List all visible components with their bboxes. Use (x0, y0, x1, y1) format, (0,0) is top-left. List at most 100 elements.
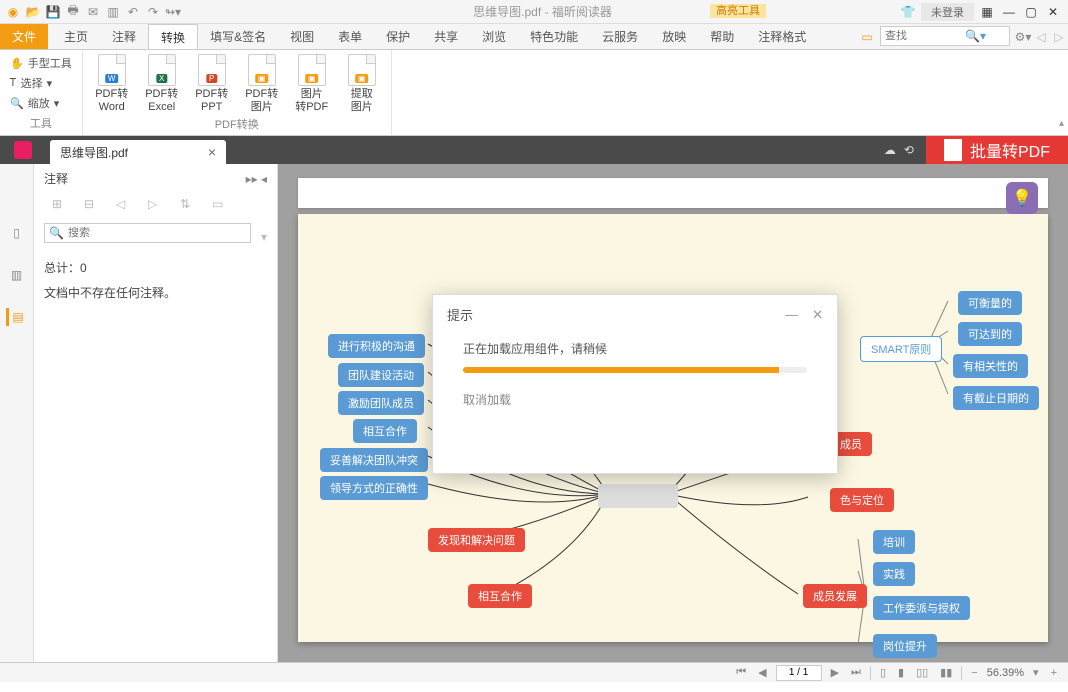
ribbon-convert-item[interactable]: XPDF转Excel (141, 54, 183, 114)
options-icon[interactable]: ▭ (212, 197, 228, 213)
document-tab[interactable]: 思维导图.pdf × (50, 140, 226, 164)
login-button[interactable]: 未登录 (921, 3, 974, 21)
dialog-cancel-button[interactable]: 取消加载 (463, 391, 807, 408)
zoom-in-icon[interactable]: + (1048, 667, 1060, 679)
status-bar: ⏮ ◀ ▶ ⏭ ▯ ▮ ▯▯ ▮▮ − 56.39% ▾ + (0, 662, 1068, 682)
tab-browse[interactable]: 浏览 (470, 24, 518, 49)
sync-icon[interactable]: ⟲ (904, 143, 914, 157)
mindmap-node: 成员发展 (803, 584, 867, 608)
prev-page-icon[interactable]: ◀ (755, 666, 769, 679)
panel-search[interactable]: 🔍 (44, 223, 251, 243)
open-icon[interactable]: 📂 (24, 3, 42, 21)
panel-empty-message: 文档中不存在任何注释。 (44, 284, 267, 301)
tab-form[interactable]: 表单 (326, 24, 374, 49)
sort-icon[interactable]: ⇅ (180, 197, 196, 213)
tab-fillsign[interactable]: 填写&签名 (198, 24, 278, 49)
prev-icon[interactable]: ◁ (116, 197, 132, 213)
batch-convert-button[interactable]: 批量转PDF (926, 136, 1068, 164)
gear-icon[interactable]: ⚙▾ (1014, 28, 1032, 46)
quick-access-toolbar: ◉ 📂 💾 🖶 ✉ ▥ ↶ ↷ ↬▾ (0, 3, 186, 21)
ribbon-collapse-icon[interactable]: ▴ (1059, 118, 1064, 129)
save-icon[interactable]: 💾 (44, 3, 62, 21)
zoom-dropdown-icon[interactable]: ▾ (1030, 666, 1042, 679)
next-icon[interactable]: ▷ (148, 197, 164, 213)
tab-comment[interactable]: 注释 (100, 24, 148, 49)
redo-icon[interactable]: ↷ (144, 3, 162, 21)
ribbon-convert-item[interactable]: PPDF转PPT (191, 54, 233, 114)
panel-title: 注释 (44, 170, 68, 187)
search-input[interactable] (885, 30, 965, 42)
highlight-tool-badge[interactable]: 高亮工具 (710, 4, 766, 18)
maximize-icon[interactable]: ▢ (1022, 3, 1040, 21)
tab-view[interactable]: 视图 (278, 24, 326, 49)
mindmap-node: 有截止日期的 (953, 386, 1039, 410)
close-icon[interactable]: ✕ (1044, 3, 1062, 21)
zoom-tool[interactable]: 🔍缩放▾ (8, 94, 61, 112)
chevron-down-icon: ▾ (47, 77, 53, 90)
search-box[interactable]: 🔍▾ (880, 26, 1010, 46)
next-page-icon[interactable]: ▶ (828, 666, 842, 679)
document-tab-close-icon[interactable]: × (208, 144, 216, 160)
last-page-icon[interactable]: ⏭ (848, 666, 864, 679)
dialog-close-icon[interactable]: ✕ (812, 307, 823, 323)
tab-convert[interactable]: 转换 (148, 24, 198, 49)
tab-home[interactable]: 主页 (52, 24, 100, 49)
ribbon-group-label: PDF转换 (91, 114, 383, 132)
mail-icon[interactable]: ✉ (84, 3, 102, 21)
new-icon[interactable]: ▥ (104, 3, 122, 21)
hand-tool[interactable]: ✋手型工具 (8, 54, 74, 72)
expand-icon[interactable]: ⊞ (52, 197, 68, 213)
layout-facing-icon[interactable]: ▯▯ (913, 666, 931, 679)
page-input[interactable] (776, 665, 822, 681)
first-page-icon[interactable]: ⏮ (733, 666, 749, 679)
pdf-file-icon (944, 139, 962, 161)
tab-cloud[interactable]: 云服务 (590, 24, 650, 49)
nav-next-icon[interactable]: ▷ (1050, 28, 1068, 46)
tab-comment-format[interactable]: 注释格式 (746, 24, 818, 49)
dialog-message: 正在加载应用组件，请稍候 (463, 340, 807, 357)
mindmap-node: 相互合作 (353, 419, 417, 443)
search-go-icon[interactable]: 🔍▾ (965, 29, 986, 43)
collapse-icon[interactable]: ⊟ (84, 197, 100, 213)
bookmark-panel-icon[interactable]: ▯ (8, 224, 26, 242)
panel-collapse-icon[interactable]: ▸▸ ◂ (246, 172, 267, 186)
layout-single-icon[interactable]: ▯ (877, 666, 889, 679)
ribbon-convert-item[interactable]: WPDF转Word (91, 54, 133, 114)
minimize-icon[interactable]: — (1000, 3, 1018, 21)
cloud-icon[interactable]: ☁ (884, 143, 896, 157)
dialog-minimize-icon[interactable]: — (785, 307, 798, 323)
zoom-out-icon[interactable]: − (968, 667, 980, 679)
layout-cont-icon[interactable]: ▮ (895, 666, 907, 679)
cursor-icon[interactable]: ↬▾ (164, 3, 182, 21)
tab-feature[interactable]: 特色功能 (518, 24, 590, 49)
pages-panel-icon[interactable]: ▥ (8, 266, 26, 284)
filter-icon[interactable]: ▾ (261, 230, 267, 244)
ribbon-group-tools: ✋手型工具 Ꭲ选择▾ 🔍缩放▾ 工具 (0, 50, 83, 135)
ribbon-convert-item[interactable]: ▣图片转PDF (291, 54, 333, 114)
undo-icon[interactable]: ↶ (124, 3, 142, 21)
bookmark-icon[interactable]: ▭ (858, 28, 876, 46)
tab-play[interactable]: 放映 (650, 24, 698, 49)
panel-search-input[interactable] (68, 227, 246, 239)
skin-icon[interactable]: 👕 (899, 3, 917, 21)
nav-prev-icon[interactable]: ◁ (1032, 28, 1050, 46)
grid-icon[interactable]: ▦ (978, 3, 996, 21)
menu-bar: 文件 主页 注释 转换 填写&签名 视图 表单 保护 共享 浏览 特色功能 云服… (0, 24, 1068, 50)
tab-file[interactable]: 文件 (0, 24, 48, 49)
select-tool[interactable]: Ꭲ选择▾ (8, 74, 54, 92)
mindmap-node: 相互合作 (468, 584, 532, 608)
hidden-center-node (598, 484, 678, 508)
mindmap-node: 色与定位 (830, 488, 894, 512)
dialog-title: 提示 (447, 305, 473, 324)
ribbon-convert-item[interactable]: ▣提取图片 (341, 54, 383, 114)
tab-share[interactable]: 共享 (422, 24, 470, 49)
layout-cont-facing-icon[interactable]: ▮▮ (937, 666, 955, 679)
mindmap-node: 进行积极的沟通 (328, 334, 425, 358)
ribbon-convert-item[interactable]: ▣PDF转图片 (241, 54, 283, 114)
hint-bulb-icon[interactable]: 💡 (1006, 182, 1038, 214)
comments-panel-icon[interactable]: ▤ (6, 308, 24, 326)
print-icon[interactable]: 🖶 (64, 3, 82, 21)
mindmap-node: 工作委派与授权 (873, 596, 970, 620)
tab-help[interactable]: 帮助 (698, 24, 746, 49)
tab-protect[interactable]: 保护 (374, 24, 422, 49)
